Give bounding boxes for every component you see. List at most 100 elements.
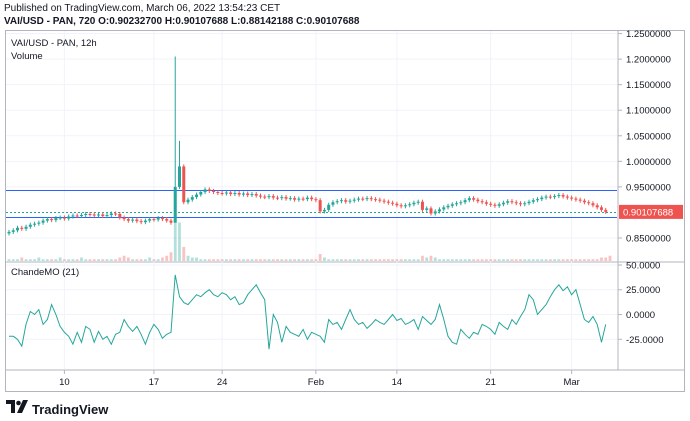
candle-body — [139, 221, 143, 223]
candle-body — [322, 209, 326, 212]
volume-bar — [271, 259, 275, 261]
volume-bar — [446, 259, 450, 261]
candle-body — [177, 166, 181, 187]
volume-bar — [63, 259, 66, 261]
candle-body — [160, 218, 164, 220]
volume-bar — [195, 257, 198, 261]
volume-bar — [182, 247, 186, 261]
volume-bar — [544, 259, 548, 261]
volume-bar — [502, 259, 505, 261]
volume-bar — [361, 259, 365, 261]
volume-bar — [284, 259, 288, 261]
candle-body — [578, 199, 582, 201]
chart-svg[interactable]: 1.2500000 1.2000000 1.1500000 1.1000000 1.05… — [0, 0, 690, 421]
volume-bar — [391, 259, 395, 261]
candle-body — [97, 214, 101, 216]
volume-bar — [33, 259, 36, 261]
candle-body — [369, 198, 373, 200]
volume-bar — [506, 259, 510, 261]
candle-body — [391, 202, 395, 204]
candle-body — [143, 220, 147, 223]
osc-pane-title: ChandeMO (21) — [11, 267, 79, 278]
candle-body — [540, 197, 544, 200]
candle-body — [403, 205, 407, 207]
volume-bar — [259, 259, 262, 261]
volume-bar — [37, 257, 41, 261]
volume-bar — [493, 259, 497, 261]
volume-bar — [412, 259, 416, 261]
volume-bar — [344, 259, 348, 261]
candle-body — [54, 218, 58, 221]
volume-bar — [16, 259, 19, 261]
volume-bar — [165, 255, 169, 261]
candle-body — [484, 202, 488, 204]
candle-body — [416, 201, 420, 203]
volume-bar — [80, 257, 83, 261]
volume-bar — [199, 259, 203, 261]
candle-body — [58, 217, 62, 219]
candle-body — [357, 198, 361, 200]
candle-body — [276, 197, 280, 199]
volume-bar — [578, 259, 582, 261]
time-tick-label: 24 — [217, 377, 228, 388]
candle-body — [101, 214, 105, 217]
candle-body — [135, 219, 139, 222]
candle-body — [352, 199, 356, 201]
volume-bar — [536, 259, 539, 261]
candle-body — [62, 217, 66, 219]
volume-bar — [540, 259, 544, 261]
volume-bar — [459, 259, 463, 261]
volume-bar — [186, 255, 190, 261]
volume-bar — [438, 259, 441, 261]
candle-body — [241, 193, 245, 195]
candle-body — [288, 198, 292, 200]
candle-body — [510, 201, 514, 203]
volume-bar — [348, 259, 352, 261]
candle-body — [314, 199, 318, 201]
candle-body — [433, 211, 437, 214]
candle-body — [152, 219, 156, 221]
footer: TradingView — [6, 400, 108, 418]
candle-body — [224, 192, 228, 194]
volume-bar — [450, 259, 454, 261]
candle-body — [582, 200, 586, 203]
candle-body — [595, 205, 599, 208]
candle-body — [497, 204, 501, 206]
volume-bar — [472, 259, 476, 261]
candle-body — [233, 193, 237, 195]
candle-body — [527, 201, 531, 204]
osc-tick-label: 25.0000 — [626, 285, 660, 296]
volume-bar — [323, 257, 326, 261]
candle-body — [203, 189, 207, 192]
volume-bar — [178, 222, 181, 261]
oscillator-line — [9, 274, 607, 350]
volume-bar — [152, 259, 156, 261]
candle-body — [536, 199, 540, 201]
volume-bar — [118, 257, 122, 261]
volume-bar — [416, 259, 420, 261]
candle-body — [293, 198, 297, 200]
volume-bar — [224, 259, 228, 261]
candle-body — [501, 202, 505, 205]
volume-bar — [92, 259, 96, 261]
volume-bar — [455, 259, 458, 261]
candle-body — [327, 204, 331, 210]
volume-bar — [263, 259, 267, 261]
volume-bar — [122, 255, 126, 261]
volume-bar — [378, 259, 382, 261]
osc-tick-label: 0.0000 — [626, 310, 655, 321]
volume-bar — [433, 257, 437, 261]
candle-body — [548, 196, 552, 198]
volume-bar — [425, 257, 429, 261]
price-tick-label: 1.0000000 — [626, 157, 671, 168]
volume-bar — [570, 259, 574, 261]
volume-bar — [305, 259, 309, 261]
osc-tick-label: 50.0000 — [626, 260, 660, 271]
candle-body — [7, 231, 11, 234]
volume-bar — [519, 259, 522, 261]
candle-body — [442, 207, 446, 210]
candle-body — [122, 217, 126, 220]
volume-bar — [156, 259, 160, 261]
volume-bar — [267, 259, 271, 261]
candle-body — [438, 209, 442, 212]
